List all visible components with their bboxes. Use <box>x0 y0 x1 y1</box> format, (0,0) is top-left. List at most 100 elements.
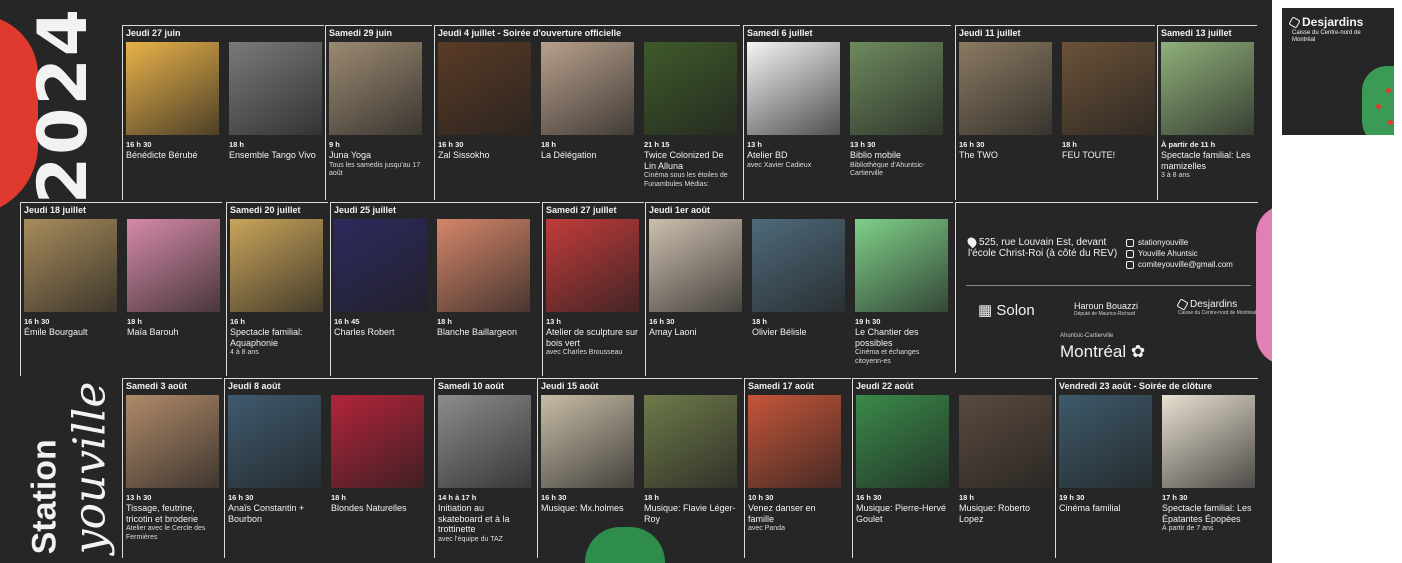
event-card[interactable]: À partir de 11 h Spectacle familial: Les … <box>1161 42 1254 181</box>
event-card[interactable]: 13 h Atelier BD avec Xavier Cadieux <box>747 42 840 170</box>
event-photo <box>1059 395 1152 488</box>
event-card[interactable]: 14 h à 17 h Initiation au skateboard et à… <box>438 395 531 544</box>
event-title: Spectacle familial: Les mamizelles <box>1161 150 1251 171</box>
event-card[interactable]: 13 h Atelier de sculpture sur bois vert av… <box>546 219 639 358</box>
event-time: 16 h 45 <box>334 317 360 326</box>
event-time: 13 h 30 <box>850 140 876 149</box>
event-time: 18 h <box>229 140 245 149</box>
event-card[interactable]: 18 h Ensemble Tango Vivo <box>229 42 322 161</box>
event-detail: avec l'équipe du TAZ <box>438 535 503 543</box>
event-time: 18 h <box>541 140 557 149</box>
event-photo <box>24 219 117 312</box>
instagram-handle[interactable]: stationyouville <box>1138 237 1188 248</box>
event-day-header: Samedi 17 août <box>748 381 815 391</box>
event-photo <box>334 219 427 312</box>
event-card[interactable]: 16 h 30 Émile Bourgault <box>24 219 117 338</box>
event-photo <box>230 219 323 312</box>
event-detail: Atelier avec le Cercle des Fermières <box>126 525 206 541</box>
event-detail: 3 à 8 ans <box>1161 172 1190 179</box>
event-time: 16 h 30 <box>24 317 50 326</box>
event-card[interactable]: 16 h 30 Anaïs Constantin + Bourbon <box>228 395 321 524</box>
event-day-group: Samedi 17 août 10 h 30 Venez danser en fam… <box>744 378 851 558</box>
event-time: 13 h <box>546 317 562 326</box>
event-card[interactable]: 13 h 30 Biblio mobile Bibliothèque d'Ahunt… <box>850 42 943 179</box>
event-card[interactable]: 16 h 30 Amay Laoni <box>649 219 742 338</box>
event-title: Musique: Roberto Lopez <box>959 503 1031 524</box>
event-card[interactable]: 16 h 30 Musique: Pierre-Hervé Goulet <box>856 395 949 524</box>
email-address[interactable]: comiteyouville@gmail.com <box>1138 259 1233 270</box>
event-title: Biblio mobile <box>850 150 902 160</box>
event-card[interactable]: 18 h La Délégation <box>541 42 634 161</box>
event-photo <box>752 219 845 312</box>
event-day-group: Jeudi 15 août 16 h 30 Musique: Mx.holmes 18… <box>537 378 742 558</box>
event-day-group: Vendredi 23 août - Soirée de clôture 19 h… <box>1055 378 1258 558</box>
event-day-group: Samedi 6 juillet 13 h Atelier BD avec Xavie… <box>743 25 951 200</box>
event-card[interactable]: 18 h Olivier Bélisle <box>752 219 845 338</box>
event-card[interactable]: 16 h 30 The TWO <box>959 42 1052 161</box>
event-detail: À partir de 7 ans <box>1162 525 1214 532</box>
event-card[interactable]: 18 h Blanche Baillargeon <box>437 219 530 338</box>
event-card[interactable]: 9 h Juna Yoga Tous les samedis jusqu'au 17… <box>329 42 422 179</box>
event-time: 18 h <box>127 317 143 326</box>
event-title: Atelier BD <box>747 150 788 160</box>
event-photo <box>438 395 531 488</box>
event-card[interactable]: 16 h 30 Bénédicte Bérubé <box>126 42 219 161</box>
event-title: Charles Robert <box>334 327 395 337</box>
event-card[interactable]: 13 h 30 Tissage, feutrine, tricotin et br… <box>126 395 219 542</box>
event-time: 18 h <box>752 317 768 326</box>
event-card[interactable]: 18 h FEU TOUTE! <box>1062 42 1155 161</box>
desjardins-hex-icon <box>1288 16 1301 29</box>
event-time: 16 h 30 <box>649 317 675 326</box>
event-photo <box>127 219 220 312</box>
event-time: 17 h 30 <box>1162 493 1188 502</box>
social-links: stationyouville Youville Ahuntsic comite… <box>1126 237 1233 270</box>
event-time: 18 h <box>644 493 660 502</box>
event-day-group: Samedi 27 juillet 13 h Atelier de sculptur… <box>542 202 644 376</box>
event-photo <box>1062 42 1155 135</box>
event-card[interactable]: 16 h 30 Zal Sissokho <box>438 42 531 161</box>
event-time: 19 h 30 <box>1059 493 1085 502</box>
event-card[interactable]: 19 h 30 Cinéma familial <box>1059 395 1152 514</box>
event-photo <box>649 219 742 312</box>
event-title: Musique: Pierre-Hervé Goulet <box>856 503 947 524</box>
event-day-header: Jeudi 4 juillet - Soirée d'ouverture off… <box>438 28 622 38</box>
event-card[interactable]: 18 h Musique: Roberto Lopez <box>959 395 1052 524</box>
event-card[interactable]: 18 h Musique: Flavie Léger-Roy <box>644 395 737 524</box>
event-card[interactable]: 16 h 45 Charles Robert <box>334 219 427 338</box>
event-card[interactable]: 17 h 30 Spectacle familial: Les Épatantes… <box>1162 395 1255 534</box>
event-time: 21 h 15 <box>644 140 670 149</box>
event-time: 16 h 30 <box>856 493 882 502</box>
event-card[interactable]: 21 h 15 Twice Colonized De Lin Alluna Ciné… <box>644 42 737 189</box>
facebook-page[interactable]: Youville Ahuntsic <box>1138 248 1198 259</box>
decor-dot <box>1388 120 1393 125</box>
event-day-header: Jeudi 22 août <box>856 381 914 391</box>
event-photo <box>437 219 530 312</box>
event-card[interactable]: 19 h 30 Le Chantier des possibles Cinéma e… <box>855 219 948 366</box>
event-time: 13 h <box>747 140 763 149</box>
event-detail: Tous les samedis jusqu'au 17 août <box>329 161 421 178</box>
event-photo <box>644 42 737 135</box>
event-photo <box>1161 42 1254 135</box>
event-title: Musique: Mx.holmes <box>541 503 624 513</box>
event-card[interactable]: 18 h Maïa Barouh <box>127 219 220 338</box>
event-card[interactable]: 16 h Spectacle familial: Aquaphonie 4 à 8 … <box>230 219 323 358</box>
station-youville-logo: Station youville <box>25 381 115 554</box>
instagram-icon <box>1126 238 1134 247</box>
event-detail: avec Xavier Cadieux <box>747 161 812 169</box>
card-subtitle: Caisse du Centre-nord de Montréal <box>1292 30 1361 43</box>
year-title: 2024 <box>24 6 104 204</box>
event-photo <box>541 395 634 488</box>
event-card[interactable]: 16 h 30 Musique: Mx.holmes <box>541 395 634 514</box>
event-title: Émile Bourgault <box>24 327 88 337</box>
decor-dot <box>1376 104 1381 109</box>
event-title: Cinéma familial <box>1059 503 1121 513</box>
event-card[interactable]: 18 h Blondes Naturelles <box>331 395 424 514</box>
event-card[interactable]: 10 h 30 Venez danser en famille avec Panda <box>748 395 841 534</box>
event-day-group: Jeudi 25 juillet 16 h 45 Charles Robert 18 … <box>330 202 540 376</box>
event-photo <box>959 42 1052 135</box>
location-pin-icon <box>965 235 979 249</box>
sponsor-desjardins: Desjardins Caisse du Centre-nord de Montr… <box>1176 298 1257 316</box>
desjardins-card: Desjardins Caisse du Centre-nord de Mont… <box>1282 8 1394 135</box>
sponsor-haroun-bouazzi: Haroun Bouazzi Député de Maurice-Richard <box>1074 301 1139 317</box>
event-time: 18 h <box>437 317 453 326</box>
